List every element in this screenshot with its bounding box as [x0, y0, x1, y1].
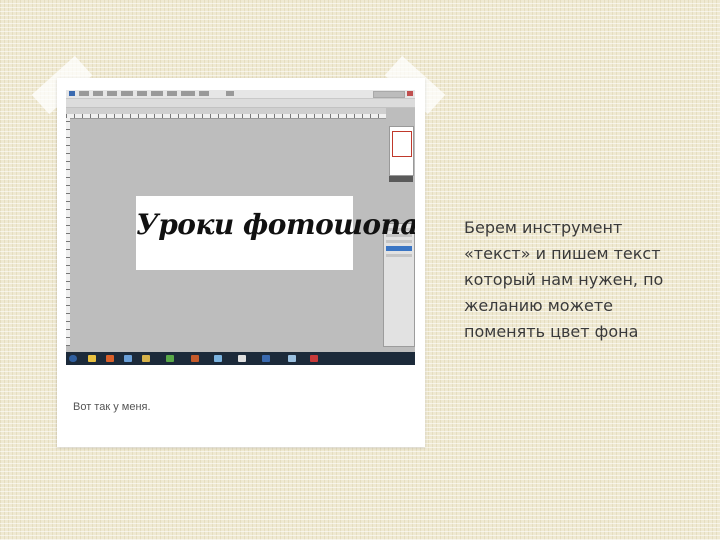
folder-icon[interactable]	[142, 355, 150, 362]
slide-text-line: Берем инструмент	[464, 218, 623, 237]
chrome-icon[interactable]	[166, 355, 174, 362]
ie-icon[interactable]	[88, 355, 96, 362]
selected-layer[interactable]	[386, 246, 412, 251]
photo-card: Уроки фотошопа Вот так у меня.	[57, 78, 425, 447]
skype-icon[interactable]	[214, 355, 222, 362]
horizontal-ruler	[66, 114, 386, 119]
document-canvas[interactable]: Уроки фотошопа	[136, 196, 415, 270]
menu-bar	[66, 90, 415, 99]
slide-text-line: «текст» и пишем текст	[464, 244, 661, 263]
vertical-ruler	[66, 118, 70, 346]
options-bar	[66, 99, 415, 115]
panel-header	[389, 176, 413, 182]
workspace-switcher[interactable]	[373, 91, 405, 98]
start-orb-icon[interactable]	[69, 355, 77, 362]
media-icon[interactable]	[191, 355, 199, 362]
slide-text-line: который нам нужен, по	[464, 270, 664, 289]
layers-panel[interactable]	[383, 223, 415, 347]
windows-taskbar	[66, 352, 415, 365]
firefox-icon[interactable]	[106, 355, 114, 362]
photoshop-screenshot: Уроки фотошопа	[66, 90, 415, 365]
word-icon[interactable]	[262, 355, 270, 362]
close-icon[interactable]	[407, 91, 413, 96]
photoshop-icon[interactable]	[124, 355, 132, 362]
navigator-panel[interactable]	[389, 126, 414, 176]
photo-caption: Вот так у меня.	[73, 401, 151, 413]
canvas-text: Уроки фотошопа	[136, 208, 415, 241]
app-icon[interactable]	[288, 355, 296, 362]
slide-body-text: Берем инструмент «текст» и пишем текст к…	[464, 215, 704, 345]
app-icon[interactable]	[310, 355, 318, 362]
slide-text-line: поменять цвет фона	[464, 322, 639, 341]
mail-icon[interactable]	[238, 355, 246, 362]
slide-text-line: желанию можете	[464, 296, 613, 315]
